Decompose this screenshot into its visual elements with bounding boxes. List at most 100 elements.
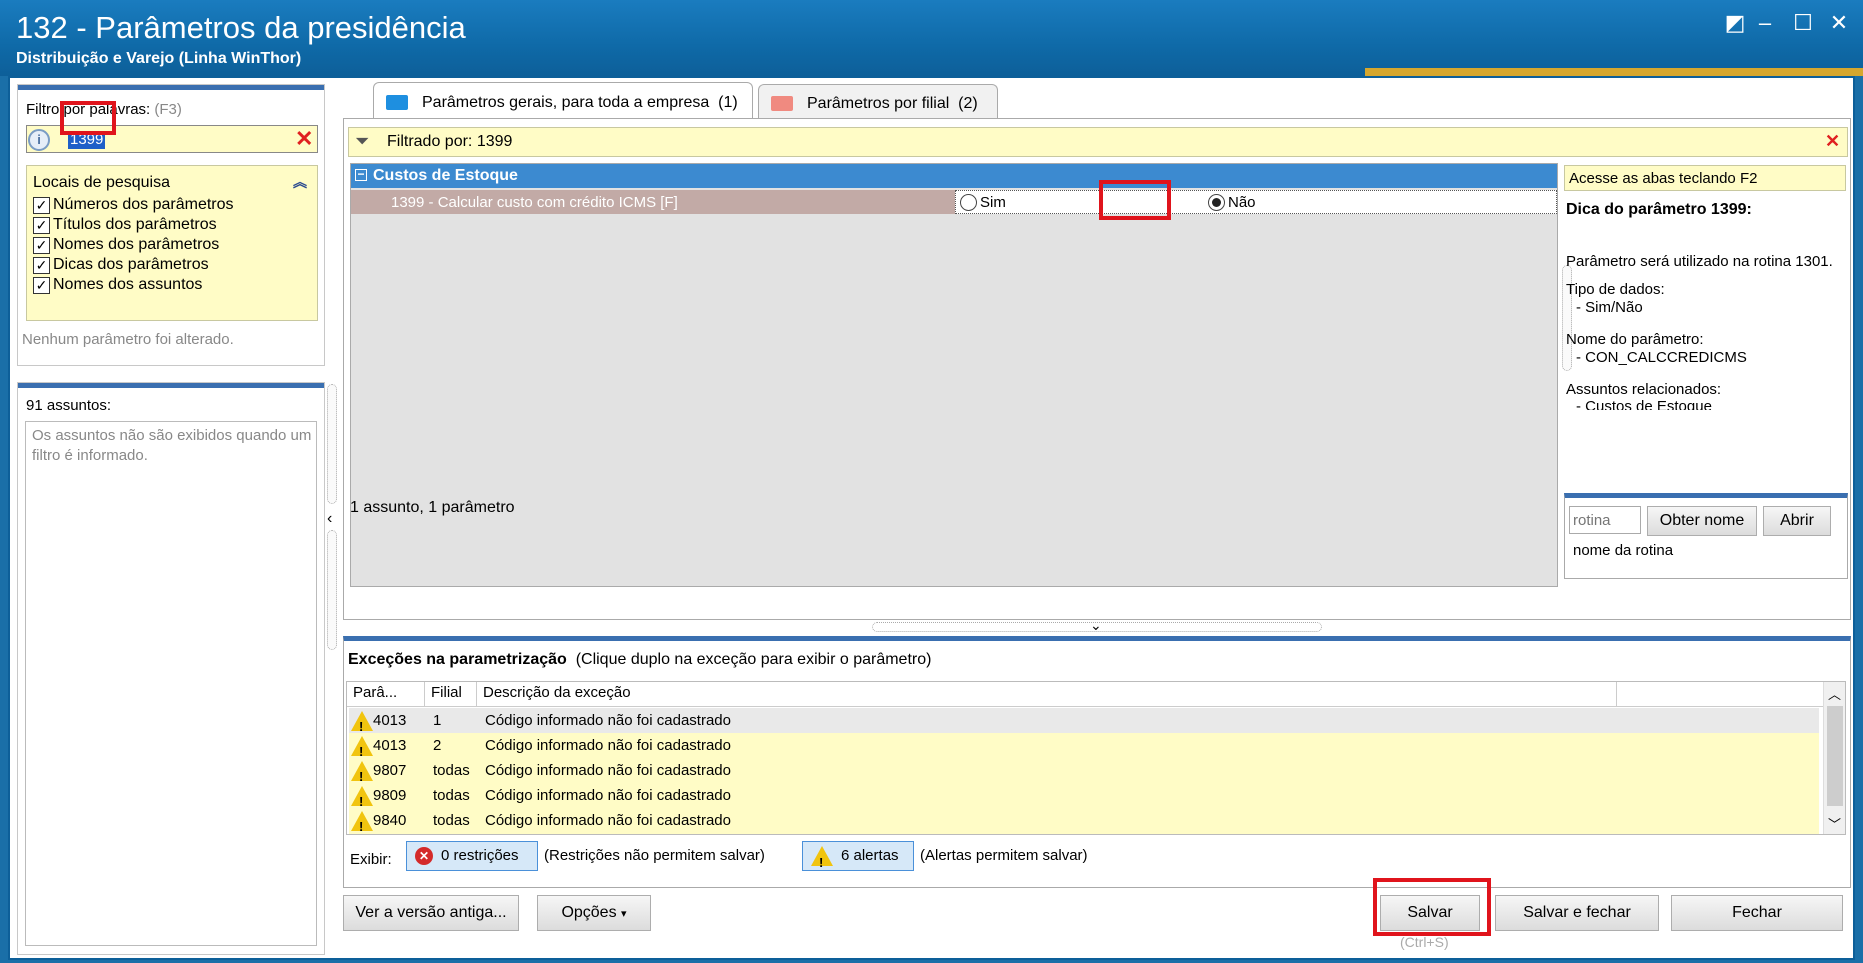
filtered-by-bar: ⏷ Filtrado por: 1399 ✕: [348, 127, 1848, 157]
exceptions-title: Exceções na parametrização: [348, 651, 567, 668]
scroll-down-icon[interactable]: ﹀: [1828, 814, 1841, 833]
warning-icon: !: [351, 786, 373, 809]
collapse-down-icon[interactable]: ⌄: [1090, 617, 1102, 634]
checkbox-icon[interactable]: ✓: [33, 276, 50, 294]
location-label: Números dos parâmetros: [53, 196, 234, 213]
table-row[interactable]: ! 9840 todas Código informado não foi ca…: [349, 808, 1819, 834]
highlight-box-nao: [1099, 180, 1171, 220]
panel-header-bar: [18, 383, 324, 388]
radio-sim-label: Sim: [980, 194, 1006, 211]
scroll-thumb[interactable]: [1827, 706, 1843, 806]
options-button[interactable]: Opções ▾: [537, 895, 651, 931]
options-label: Opções: [561, 904, 617, 921]
tab-general-params[interactable]: Parâmetros gerais, para toda a empresa (…: [373, 82, 753, 122]
location-checkbox-names[interactable]: ✓ Nomes dos parâmetros: [33, 236, 219, 254]
param-value-cell[interactable]: Sim Não: [955, 190, 1557, 214]
tab-count: (2): [958, 94, 978, 112]
restrictions-note: (Restrições não permitem salvar): [544, 847, 765, 864]
warning-icon: !: [811, 846, 833, 870]
close-window-icon[interactable]: ✕: [1826, 10, 1852, 36]
scroll-up-icon[interactable]: ︿: [1828, 684, 1841, 703]
subjects-panel: 91 assuntos: Os assuntos não são exibido…: [17, 382, 325, 955]
location-label: Nomes dos assuntos: [53, 276, 203, 293]
dropdown-arrow-icon: ▾: [621, 908, 627, 920]
filter-panel: Filtro por palavras: (F3) i 1399 ✕ Locai…: [17, 84, 325, 366]
col-header-desc[interactable]: Descrição da exceção: [477, 682, 1617, 706]
radio-sim[interactable]: [960, 194, 977, 211]
error-icon: ✕: [415, 847, 433, 865]
cell-desc: Código informado não foi cadastrado: [485, 762, 731, 779]
location-label: Dicas dos parâmetros: [53, 256, 209, 273]
col-header-param[interactable]: Parâ...: [347, 682, 425, 706]
table-row[interactable]: ! 4013 1 Código informado não foi cadast…: [349, 708, 1819, 734]
location-checkbox-numbers[interactable]: ✓ Números dos parâmetros: [33, 196, 234, 214]
cell-param: 4013: [373, 737, 407, 754]
checkbox-icon[interactable]: ✓: [33, 196, 50, 214]
filtered-by-text: Filtrado por: 1399: [387, 133, 513, 150]
cell-desc: Código informado não foi cadastrado: [485, 787, 731, 804]
parameters-panel: ⏷ Filtrado por: 1399 ✕ − Custos de Estoq…: [343, 118, 1851, 620]
hint-usage: Parâmetro será utilizado na rotina 1301.: [1566, 253, 1833, 270]
table-row[interactable]: ! 9809 todas Código informado não foi ca…: [349, 783, 1819, 809]
grid-summary: 1 assunto, 1 parâmetro: [350, 499, 515, 516]
save-close-button[interactable]: Salvar e fechar: [1495, 895, 1659, 931]
window-subtitle: Distribuição e Varejo (Linha WinThor): [16, 50, 302, 67]
alerts-toggle[interactable]: ! 6 alertas: [802, 841, 914, 871]
collapse-group-icon[interactable]: −: [355, 168, 367, 181]
collapse-left-icon[interactable]: ‹: [327, 510, 332, 528]
cell-filial: 1: [433, 712, 442, 729]
highlight-box-search: [60, 101, 116, 135]
tab-branch-params[interactable]: Parâmetros por filial (2): [758, 84, 998, 122]
clear-filter-icon[interactable]: ✕: [1825, 131, 1840, 152]
old-version-button[interactable]: Ver a versão antiga...: [343, 895, 519, 931]
group-header[interactable]: − Custos de Estoque: [351, 164, 1557, 188]
checkbox-icon[interactable]: ✓: [33, 216, 50, 234]
checkbox-icon[interactable]: ✓: [33, 256, 50, 274]
rotina-input[interactable]: [1569, 506, 1641, 534]
tab-label: Parâmetros por filial: [807, 94, 950, 112]
subjects-list[interactable]: Os assuntos não são exibidos quando um f…: [25, 421, 317, 946]
filter-shortcut: (F3): [154, 101, 182, 118]
location-checkbox-hints[interactable]: ✓ Dicas dos parâmetros: [33, 256, 209, 274]
left-splitter-top[interactable]: [327, 384, 337, 504]
cell-filial: todas: [433, 787, 470, 804]
parameters-grid: − Custos de Estoque 1399 - Calcular cust…: [350, 163, 1558, 587]
location-checkbox-subjects[interactable]: ✓ Nomes dos assuntos: [33, 276, 202, 294]
collapse-chevron-icon[interactable]: ︽: [293, 172, 307, 192]
abrir-button[interactable]: Abrir: [1763, 506, 1831, 536]
obter-nome-button[interactable]: Obter nome: [1647, 506, 1757, 536]
restrictions-count: 0 restrições: [441, 847, 519, 864]
show-label: Exibir:: [350, 851, 392, 868]
search-locations-title[interactable]: Locais de pesquisa: [33, 174, 170, 192]
save-shortcut: (Ctrl+S): [1400, 934, 1449, 950]
hint-related-label: Assuntos relacionados:: [1566, 381, 1722, 398]
restrictions-toggle[interactable]: ✕ 0 restrições: [406, 841, 538, 871]
warning-icon: !: [351, 711, 373, 734]
folder-blue-icon: [386, 95, 408, 110]
param-row-1399[interactable]: 1399 - Calcular custo com crédito ICMS […: [351, 190, 1557, 214]
cell-desc: Código informado não foi cadastrado: [485, 812, 731, 829]
funnel-icon: ⏷: [355, 131, 370, 151]
table-row[interactable]: ! 4013 2 Código informado não foi cadast…: [349, 733, 1819, 759]
radio-nao[interactable]: [1208, 194, 1225, 211]
minimize-icon[interactable]: –: [1752, 10, 1778, 36]
clear-search-icon[interactable]: ✕: [295, 126, 313, 152]
tabs-tip-text: Acesse as abas teclando F2: [1569, 170, 1758, 187]
scrollbar[interactable]: ︿ ﹀: [1823, 682, 1845, 834]
location-checkbox-titles[interactable]: ✓ Títulos dos parâmetros: [33, 216, 217, 234]
left-splitter-bottom[interactable]: [327, 530, 337, 650]
hint-type-value: - Sim/Não: [1576, 299, 1643, 316]
cell-param: 4013: [373, 712, 407, 729]
col-header-filial[interactable]: Filial: [425, 682, 477, 706]
restore-icon[interactable]: ◩: [1722, 10, 1748, 36]
exceptions-subtitle: (Clique duplo na exceção para exibir o p…: [575, 651, 932, 668]
table-row[interactable]: ! 9807 todas Código informado não foi ca…: [349, 758, 1819, 784]
close-button[interactable]: Fechar: [1671, 895, 1843, 931]
maximize-icon[interactable]: ☐: [1790, 10, 1816, 36]
alerts-count: 6 alertas: [841, 847, 899, 864]
checkbox-icon[interactable]: ✓: [33, 236, 50, 254]
warning-icon: !: [351, 736, 373, 759]
tab-label: Parâmetros gerais, para toda a empresa: [422, 93, 710, 111]
hint-name-value: - CON_CALCCREDICMS: [1576, 349, 1747, 366]
cell-filial: todas: [433, 762, 470, 779]
